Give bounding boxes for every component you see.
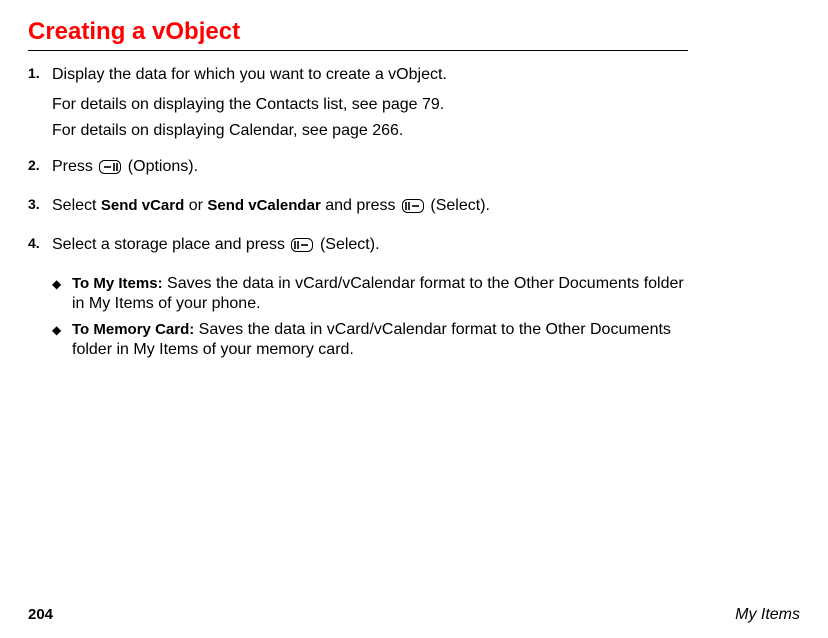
page-number: 204 <box>28 606 53 624</box>
text-segment-bold: Send vCard <box>101 197 184 214</box>
list-item: ◆ To Memory Card: Saves the data in vCar… <box>52 320 688 360</box>
heading-rule <box>28 50 688 51</box>
step-extra: For details on displaying Calendar, see … <box>52 121 688 141</box>
step-2: 2. Press (Options). <box>28 157 688 186</box>
text-segment: and press <box>325 197 400 214</box>
list-item: ◆ To My Items: Saves the data in vCard/v… <box>52 274 688 314</box>
step-text: Select a storage place and press (Select… <box>52 235 688 258</box>
sublist: ◆ To My Items: Saves the data in vCard/v… <box>52 274 688 360</box>
text-segment: (Select). <box>430 197 490 214</box>
diamond-bullet-icon: ◆ <box>52 320 72 340</box>
step-text: Select Send vCard or Send vCalendar and … <box>52 196 688 219</box>
step-body: Select a storage place and press (Select… <box>52 235 688 264</box>
step-number: 2. <box>28 157 52 175</box>
list-item-label: To Memory Card: <box>72 321 194 338</box>
footer: 204 My Items <box>28 606 800 624</box>
content: 1. Display the data for which you want t… <box>28 65 688 360</box>
softkey-left-icon <box>402 199 424 219</box>
step-3: 3. Select Send vCard or Send vCalendar a… <box>28 196 688 225</box>
section-name: My Items <box>735 606 800 624</box>
step-number: 4. <box>28 235 52 253</box>
page-title: Creating a vObject <box>28 18 800 46</box>
step-body: Press (Options). <box>52 157 688 186</box>
text-segment: (Options). <box>128 158 198 175</box>
step-number: 3. <box>28 196 52 214</box>
softkey-right-icon <box>99 160 121 180</box>
step-body: Select Send vCard or Send vCalendar and … <box>52 196 688 225</box>
step-1: 1. Display the data for which you want t… <box>28 65 688 147</box>
step-4: 4. Select a storage place and press (Sel… <box>28 235 688 264</box>
step-number: 1. <box>28 65 52 83</box>
list-item-text: To My Items: Saves the data in vCard/vCa… <box>72 274 688 314</box>
list-item-desc: Saves the data in vCard/vCalendar format… <box>72 275 684 312</box>
step-text: Display the data for which you want to c… <box>52 65 688 85</box>
text-segment: Select <box>52 197 101 214</box>
text-segment: Select a storage place and press <box>52 236 289 253</box>
step-extra: For details on displaying the Contacts l… <box>52 95 688 115</box>
text-segment: Press <box>52 158 97 175</box>
text-segment: or <box>189 197 208 214</box>
text-segment-bold: Send vCalendar <box>207 197 320 214</box>
page: Creating a vObject 1. Display the data f… <box>0 0 828 638</box>
step-text: Press (Options). <box>52 157 688 180</box>
list-item-label: To My Items: <box>72 275 163 292</box>
softkey-left-icon <box>291 238 313 258</box>
list-item-text: To Memory Card: Saves the data in vCard/… <box>72 320 688 360</box>
diamond-bullet-icon: ◆ <box>52 274 72 294</box>
step-body: Display the data for which you want to c… <box>52 65 688 147</box>
text-segment: (Select). <box>320 236 380 253</box>
